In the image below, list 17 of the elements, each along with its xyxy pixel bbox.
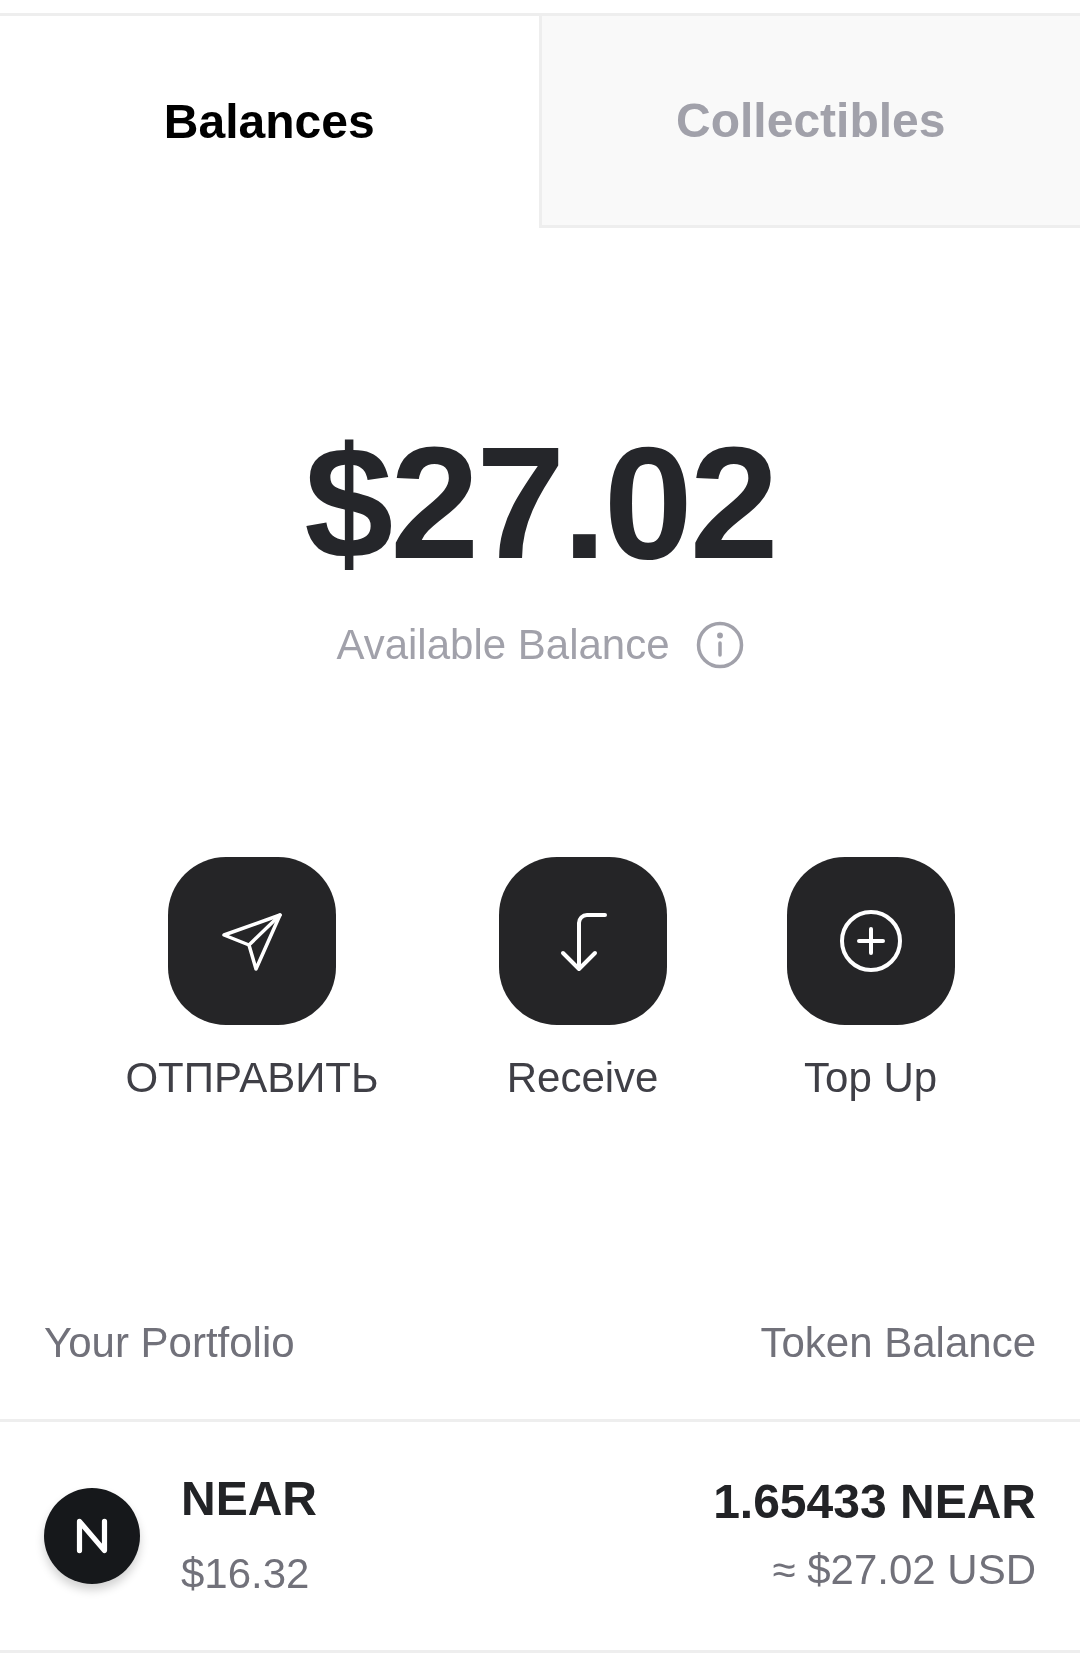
action-label: Top Up	[804, 1054, 938, 1102]
action-label: ОТПРАВИТЬ	[125, 1054, 379, 1102]
token-price: $16.32	[181, 1548, 311, 1599]
send-button[interactable]	[168, 857, 336, 1025]
info-icon[interactable]	[695, 621, 744, 669]
balance-label: Available Balance	[336, 621, 670, 669]
token-amount: 1.65433 NEAR	[713, 1476, 1036, 1528]
token-name: NEAR	[181, 1472, 317, 1525]
token-value: ≈ $27.02 USD	[772, 1545, 1036, 1595]
receive-button[interactable]	[498, 857, 667, 1025]
balance-amount: $27.02	[304, 423, 776, 583]
plus-circle-icon	[838, 909, 903, 973]
action-label: Receive	[506, 1054, 659, 1102]
column-header: Token Balance	[760, 1319, 1036, 1367]
column-header: Your Portfolio	[44, 1319, 295, 1367]
letter-n-logo-icon	[44, 1488, 140, 1584]
top-up-button[interactable]	[786, 857, 955, 1025]
